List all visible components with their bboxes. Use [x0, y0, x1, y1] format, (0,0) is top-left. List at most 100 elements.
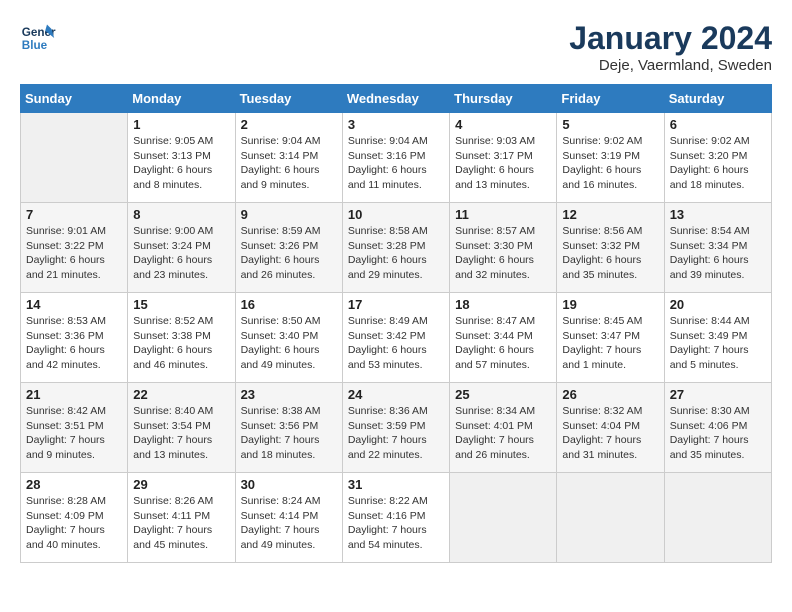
day-number: 3: [348, 117, 444, 132]
day-info: Sunrise: 8:22 AMSunset: 4:16 PMDaylight:…: [348, 494, 444, 553]
day-number: 10: [348, 207, 444, 222]
day-info: Sunrise: 8:54 AMSunset: 3:34 PMDaylight:…: [670, 224, 766, 283]
day-info: Sunrise: 8:58 AMSunset: 3:28 PMDaylight:…: [348, 224, 444, 283]
day-info: Sunrise: 8:42 AMSunset: 3:51 PMDaylight:…: [26, 404, 122, 463]
day-number: 29: [133, 477, 229, 492]
day-number: 31: [348, 477, 444, 492]
day-number: 19: [562, 297, 658, 312]
day-info: Sunrise: 8:38 AMSunset: 3:56 PMDaylight:…: [241, 404, 337, 463]
day-info: Sunrise: 9:02 AMSunset: 3:20 PMDaylight:…: [670, 134, 766, 193]
calendar-week-row: 21 Sunrise: 8:42 AMSunset: 3:51 PMDayligh…: [21, 383, 772, 473]
calendar-table: Sunday Monday Tuesday Wednesday Thursday…: [20, 84, 772, 563]
day-number: 17: [348, 297, 444, 312]
day-number: 16: [241, 297, 337, 312]
day-number: 21: [26, 387, 122, 402]
table-row: 20 Sunrise: 8:44 AMSunset: 3:49 PMDayligh…: [664, 293, 771, 383]
day-number: 30: [241, 477, 337, 492]
header-wednesday: Wednesday: [342, 85, 449, 113]
day-info: Sunrise: 8:59 AMSunset: 3:26 PMDaylight:…: [241, 224, 337, 283]
day-number: 26: [562, 387, 658, 402]
table-row: [21, 113, 128, 203]
day-info: Sunrise: 8:44 AMSunset: 3:49 PMDaylight:…: [670, 314, 766, 373]
day-number: 25: [455, 387, 551, 402]
table-row: 23 Sunrise: 8:38 AMSunset: 3:56 PMDayligh…: [235, 383, 342, 473]
day-number: 7: [26, 207, 122, 222]
table-row: 22Sunrise: 8:40 AMSunset: 3:54 PMDayligh…: [128, 383, 235, 473]
day-info: Sunrise: 9:02 AMSunset: 3:19 PMDaylight:…: [562, 134, 658, 193]
day-number: 13: [670, 207, 766, 222]
day-number: 27: [670, 387, 766, 402]
day-number: 8: [133, 207, 229, 222]
header-monday: Monday: [128, 85, 235, 113]
day-info: Sunrise: 8:49 AMSunset: 3:42 PMDaylight:…: [348, 314, 444, 373]
day-info: Sunrise: 8:50 AMSunset: 3:40 PMDaylight:…: [241, 314, 337, 373]
day-info: Sunrise: 8:36 AMSunset: 3:59 PMDaylight:…: [348, 404, 444, 463]
calendar-week-row: 1 Sunrise: 9:05 AMSunset: 3:13 PMDaylight…: [21, 113, 772, 203]
table-row: 9 Sunrise: 8:59 AMSunset: 3:26 PMDaylight…: [235, 203, 342, 293]
day-info: Sunrise: 8:26 AMSunset: 4:11 PMDaylight:…: [133, 494, 229, 553]
table-row: 31 Sunrise: 8:22 AMSunset: 4:16 PMDayligh…: [342, 473, 449, 563]
table-row: 4 Sunrise: 9:03 AMSunset: 3:17 PMDaylight…: [450, 113, 557, 203]
table-row: 24Sunrise: 8:36 AMSunset: 3:59 PMDayligh…: [342, 383, 449, 473]
table-row: 12 Sunrise: 8:56 AMSunset: 3:32 PMDayligh…: [557, 203, 664, 293]
day-number: 6: [670, 117, 766, 132]
day-info: Sunrise: 8:28 AMSunset: 4:09 PMDaylight:…: [26, 494, 122, 553]
day-info: Sunrise: 8:56 AMSunset: 3:32 PMDaylight:…: [562, 224, 658, 283]
table-row: 6 Sunrise: 9:02 AMSunset: 3:20 PMDaylight…: [664, 113, 771, 203]
day-info: Sunrise: 8:24 AMSunset: 4:14 PMDaylight:…: [241, 494, 337, 553]
day-number: 12: [562, 207, 658, 222]
table-row: 18Sunrise: 8:47 AMSunset: 3:44 PMDayligh…: [450, 293, 557, 383]
day-info: Sunrise: 8:52 AMSunset: 3:38 PMDaylight:…: [133, 314, 229, 373]
day-info: Sunrise: 9:01 AMSunset: 3:22 PMDaylight:…: [26, 224, 122, 283]
month-title: January 2024: [569, 20, 772, 57]
table-row: 5Sunrise: 9:02 AMSunset: 3:19 PMDaylight…: [557, 113, 664, 203]
day-number: 20: [670, 297, 766, 312]
day-info: Sunrise: 9:04 AMSunset: 3:16 PMDaylight:…: [348, 134, 444, 193]
day-number: 2: [241, 117, 337, 132]
table-row: 25 Sunrise: 8:34 AMSunset: 4:01 PMDayligh…: [450, 383, 557, 473]
day-info: Sunrise: 9:03 AMSunset: 3:17 PMDaylight:…: [455, 134, 551, 193]
day-number: 28: [26, 477, 122, 492]
day-number: 23: [241, 387, 337, 402]
day-number: 14: [26, 297, 122, 312]
svg-text:Blue: Blue: [22, 39, 48, 52]
header-friday: Friday: [557, 85, 664, 113]
table-row: 14 Sunrise: 8:53 AMSunset: 3:36 PMDayligh…: [21, 293, 128, 383]
table-row: 1 Sunrise: 9:05 AMSunset: 3:13 PMDaylight…: [128, 113, 235, 203]
table-row: 19 Sunrise: 8:45 AMSunset: 3:47 PMDayligh…: [557, 293, 664, 383]
day-number: 9: [241, 207, 337, 222]
day-number: 1: [133, 117, 229, 132]
day-info: Sunrise: 9:04 AMSunset: 3:14 PMDaylight:…: [241, 134, 337, 193]
table-row: 27Sunrise: 8:30 AMSunset: 4:06 PMDayligh…: [664, 383, 771, 473]
table-row: 29 Sunrise: 8:26 AMSunset: 4:11 PMDayligh…: [128, 473, 235, 563]
table-row: 2 Sunrise: 9:04 AMSunset: 3:14 PMDaylight…: [235, 113, 342, 203]
table-row: 26 Sunrise: 8:32 AMSunset: 4:04 PMDayligh…: [557, 383, 664, 473]
header-sunday: Sunday: [21, 85, 128, 113]
day-info: Sunrise: 8:45 AMSunset: 3:47 PMDaylight:…: [562, 314, 658, 373]
calendar-header-row: Sunday Monday Tuesday Wednesday Thursday…: [21, 85, 772, 113]
day-number: 4: [455, 117, 551, 132]
header: General Blue January 2024 Deje, Vaermlan…: [20, 20, 772, 74]
day-info: Sunrise: 8:34 AMSunset: 4:01 PMDaylight:…: [455, 404, 551, 463]
day-info: Sunrise: 8:53 AMSunset: 3:36 PMDaylight:…: [26, 314, 122, 373]
table-row: 7 Sunrise: 9:01 AMSunset: 3:22 PMDaylight…: [21, 203, 128, 293]
day-number: 22: [133, 387, 229, 402]
day-info: Sunrise: 9:00 AMSunset: 3:24 PMDaylight:…: [133, 224, 229, 283]
table-row: 3 Sunrise: 9:04 AMSunset: 3:16 PMDaylight…: [342, 113, 449, 203]
day-number: 11: [455, 207, 551, 222]
table-row: 11Sunrise: 8:57 AMSunset: 3:30 PMDayligh…: [450, 203, 557, 293]
day-info: Sunrise: 9:05 AMSunset: 3:13 PMDaylight:…: [133, 134, 229, 193]
table-row: 10 Sunrise: 8:58 AMSunset: 3:28 PMDayligh…: [342, 203, 449, 293]
day-info: Sunrise: 8:47 AMSunset: 3:44 PMDaylight:…: [455, 314, 551, 373]
calendar-week-row: 28 Sunrise: 8:28 AMSunset: 4:09 PMDayligh…: [21, 473, 772, 563]
day-info: Sunrise: 8:32 AMSunset: 4:04 PMDaylight:…: [562, 404, 658, 463]
table-row: 17 Sunrise: 8:49 AMSunset: 3:42 PMDayligh…: [342, 293, 449, 383]
header-thursday: Thursday: [450, 85, 557, 113]
location-title: Deje, Vaermland, Sweden: [569, 57, 772, 74]
table-row: 13 Sunrise: 8:54 AMSunset: 3:34 PMDayligh…: [664, 203, 771, 293]
calendar-week-row: 7 Sunrise: 9:01 AMSunset: 3:22 PMDaylight…: [21, 203, 772, 293]
table-row: 16 Sunrise: 8:50 AMSunset: 3:40 PMDayligh…: [235, 293, 342, 383]
title-area: January 2024 Deje, Vaermland, Sweden: [569, 20, 772, 74]
table-row: 15Sunrise: 8:52 AMSunset: 3:38 PMDayligh…: [128, 293, 235, 383]
header-saturday: Saturday: [664, 85, 771, 113]
